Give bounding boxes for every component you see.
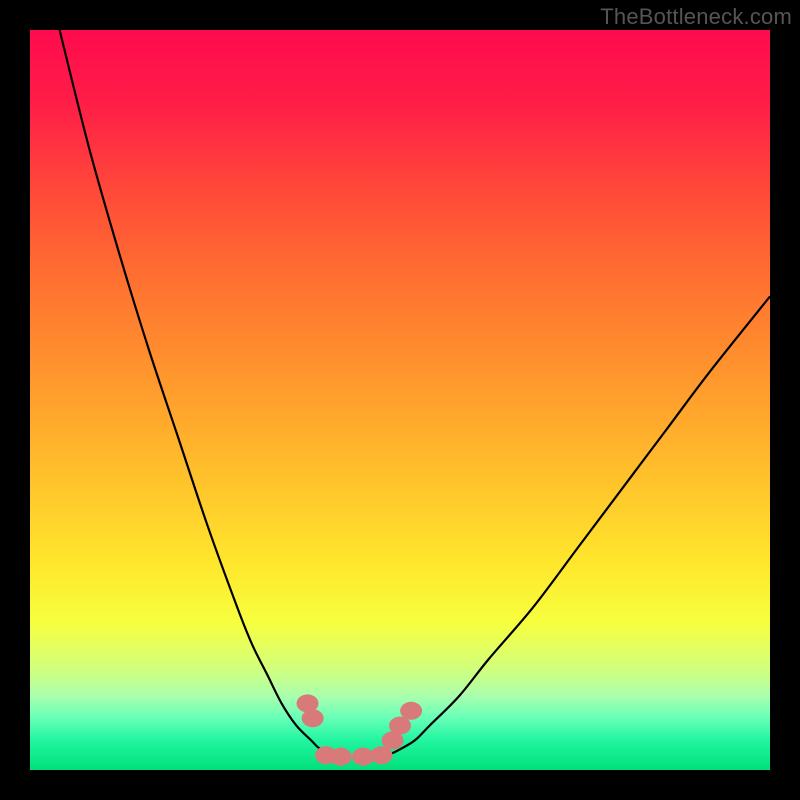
chart-svg xyxy=(30,30,770,770)
plot-area xyxy=(30,30,770,770)
gradient-background xyxy=(30,30,770,770)
marker-point xyxy=(330,748,352,766)
marker-point xyxy=(302,709,324,727)
watermark-text: TheBottleneck.com xyxy=(600,4,792,30)
marker-point xyxy=(400,702,422,720)
chart-frame: TheBottleneck.com xyxy=(0,0,800,800)
